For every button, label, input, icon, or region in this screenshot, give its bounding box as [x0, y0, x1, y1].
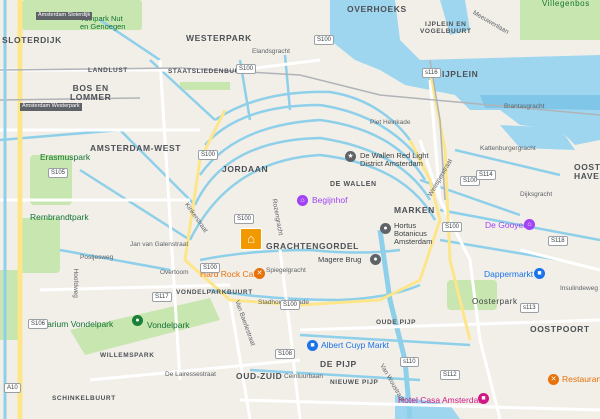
road-shield-s100: S100: [280, 300, 301, 310]
park-villegenbos: [520, 0, 600, 40]
park-erasmuspark: [30, 155, 72, 205]
harbour-basin: [480, 95, 600, 110]
park-west-strip: [0, 270, 20, 340]
road-shield-s100: S100: [442, 222, 463, 232]
park-icon[interactable]: ●: [380, 223, 391, 234]
landmark-icon[interactable]: ⌂: [297, 195, 308, 206]
map-canvas[interactable]: OVERHOEKS SLOTERDIJK WESTERPARK IJPLEIN …: [0, 0, 600, 419]
park-rembrandtpark: [18, 218, 60, 273]
shopping-icon[interactable]: ■: [307, 340, 318, 351]
road-shield-s106: S106: [28, 319, 49, 329]
road-shield-s110: s110: [400, 357, 419, 367]
road-shield-s118: S118: [548, 236, 568, 246]
road-shield-s108: S108: [275, 349, 296, 359]
landmark-icon[interactable]: ⌂: [524, 219, 535, 230]
bridge-icon[interactable]: ●: [370, 254, 381, 265]
road-shield-s113: s113: [520, 303, 539, 313]
shopping-icon[interactable]: ■: [534, 268, 545, 279]
road-shield-s105: S105: [48, 168, 69, 178]
restaurant-icon[interactable]: ✕: [548, 374, 559, 385]
park-icon[interactable]: ●: [132, 315, 143, 326]
home-marker-icon[interactable]: ⌂: [240, 228, 262, 250]
road-shield-s117: S117: [152, 292, 172, 302]
road-shield-s100: S100: [234, 214, 255, 224]
landmark-icon[interactable]: ★: [345, 151, 356, 162]
park-tuinpark: [22, 0, 142, 30]
road-shield-s116: s116: [422, 68, 441, 78]
road-shield-s100: S100: [198, 150, 219, 160]
road-shield-s100: S100: [236, 64, 257, 74]
restaurant-icon[interactable]: ✕: [254, 268, 265, 279]
hotel-icon[interactable]: ■: [478, 393, 489, 404]
road-shield-s100: S100: [200, 263, 221, 273]
road-shield-s100: S100: [314, 35, 335, 45]
road-shield-s112: S112: [440, 370, 460, 380]
road-shield-a10: A10: [4, 383, 21, 393]
park-westerpark-strip: [180, 82, 230, 90]
map-base: [0, 0, 600, 419]
road-shield-s114: S114: [476, 170, 496, 180]
